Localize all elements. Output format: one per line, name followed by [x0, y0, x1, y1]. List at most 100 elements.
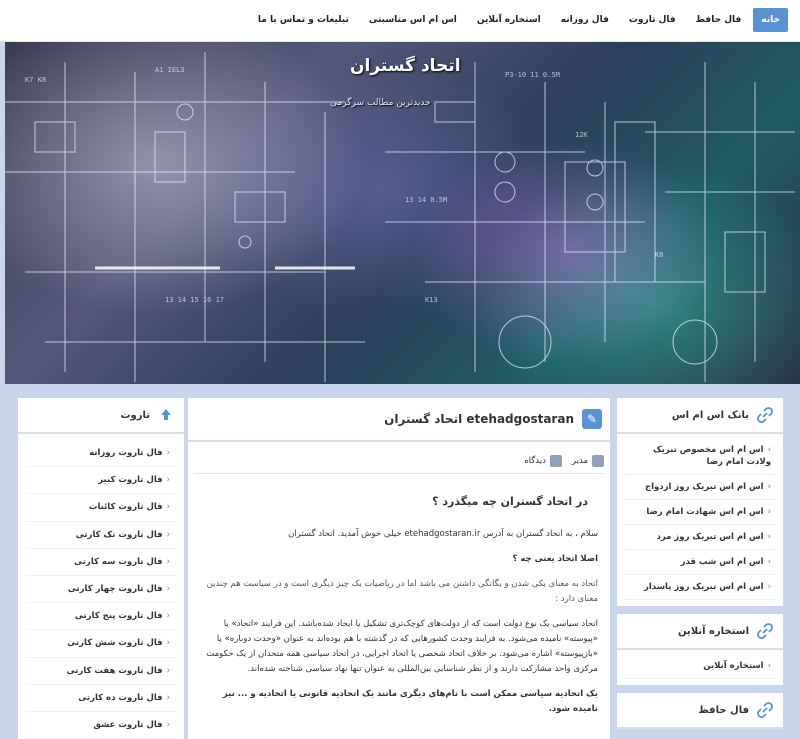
article-header: ✎ اتحاد گستران etehadgostaran [188, 398, 610, 442]
author-meta[interactable]: مدیر [571, 454, 604, 467]
estekhareh-title: استخاره آنلاین [678, 625, 749, 637]
list-item-label: اس ام اس شب قدر [680, 557, 764, 567]
list-item[interactable]: ‹فال تاروت شش کارتی [26, 630, 176, 658]
list-item[interactable]: ‹فال تاروت چهار کارتی [26, 576, 176, 604]
svg-text:K7 K8: K7 K8 [25, 76, 46, 84]
edit-icon: ✎ [582, 409, 602, 429]
list-item-label: فال تاروت سه کارتی [74, 556, 163, 567]
list-item-label: فال تاروت چهار کارتی [67, 583, 163, 594]
list-item[interactable]: ‹فال تاروت کبیر [26, 467, 176, 495]
svg-text:13 14 15 16 17: 13 14 15 16 17 [165, 296, 224, 304]
list-item[interactable]: ‹فال تاروت پنج کارتی [26, 603, 176, 631]
nav-item-estekhareh[interactable]: استخاره آنلاین [469, 8, 549, 32]
main-article: ✎ اتحاد گستران etehadgostaran مدیر دیدگا… [188, 398, 610, 739]
estekhareh-header: استخاره آنلاین [617, 614, 783, 650]
article-paragraph: اتحاد به معنای یکی شدن و یگانگی داشتن می… [206, 579, 598, 604]
article-paragraph: سلام ، به اتحاد گستران به آدرس etehadgos… [200, 527, 598, 542]
upload-icon [161, 409, 171, 420]
list-item[interactable]: ‹استخاره آنلاین [625, 654, 775, 679]
list-item[interactable]: ‹فال تاروت عشق [26, 712, 176, 739]
svg-text:K6: K6 [655, 251, 663, 259]
top-navigation: خانه فال حافظ فال تاروت فال روزانه استخا… [0, 0, 800, 42]
list-item-label: فال تاروت هفت کارتی [66, 665, 163, 676]
list-item-label: اس ام اس تبریک روز پاسدار [643, 582, 764, 592]
chevron-left-icon: ‹ [166, 692, 170, 703]
banner-title: اتحاد گستران [350, 56, 461, 76]
list-item[interactable]: ‹فال تاروت هفت کارتی [26, 658, 176, 685]
sms-header: بانک اس ام اس [617, 398, 783, 434]
tarot-title: تاروت [120, 409, 150, 421]
tarot-sidebar: تاروت ‹فال تاروت روزانه ‹فال تاروت کبیر … [18, 398, 184, 739]
svg-text:13 14 0.5M: 13 14 0.5M [405, 196, 447, 204]
chevron-left-icon: ‹ [166, 448, 170, 458]
chevron-left-icon: ‹ [166, 529, 170, 540]
list-item-label: فال تاروت روزانه [89, 448, 163, 458]
nav-item-daily[interactable]: فال روزانه [553, 8, 617, 32]
list-item[interactable]: ‹فال تاروت روزانه [26, 440, 176, 468]
chevron-left-icon: ‹ [166, 556, 170, 567]
list-item-label: فال تاروت عشق [93, 719, 163, 730]
list-item[interactable]: ‹فال تاروت سه کارتی [26, 549, 176, 576]
list-item[interactable]: ‹اس ام اس تبریک روز مرد [625, 525, 775, 550]
list-item-label: فال تاروت شش کارتی [67, 638, 163, 649]
article-intro: سلام ، به اتحاد گستران به آدرس etehadgos… [337, 529, 598, 539]
article-heading: در اتحاد گستران چه میگذرد ؟ [432, 495, 588, 508]
svg-text:P3-10 11 0.5M: P3-10 11 0.5M [505, 71, 560, 79]
chevron-left-icon: ‹ [166, 719, 170, 730]
header-banner: K7 K8 A1 IEL3 P3-10 11 0.5M 13 14 0.5M 1… [5, 42, 800, 384]
chevron-left-icon: ‹ [767, 582, 771, 592]
svg-text:A1 IEL3: A1 IEL3 [155, 66, 185, 74]
list-item[interactable]: ‹اس ام اس مخصوص تبریک ولادت امام رضا [625, 438, 775, 475]
hafez-title: فال حافظ [698, 704, 749, 716]
chevron-left-icon: ‹ [166, 665, 170, 676]
comment-icon [549, 454, 562, 467]
author-name: مدیر [571, 455, 588, 466]
list-item[interactable]: ‹اس ام اس شب قدر [625, 550, 775, 575]
list-item-label: فال تاروت تک کارتی [75, 529, 163, 540]
chevron-left-icon: ‹ [767, 661, 771, 671]
article-meta: مدیر دیدگاه [194, 448, 604, 474]
comments-meta[interactable]: دیدگاه [524, 454, 562, 467]
list-item[interactable]: ‹اس ام اس تبریک روز پاسدار [625, 575, 775, 600]
chevron-left-icon: ‹ [166, 475, 170, 486]
chevron-left-icon: ‹ [767, 557, 771, 567]
nav-item-contact[interactable]: تبلیغات و تماس با ما [250, 8, 357, 32]
svg-text:K13: K13 [425, 296, 438, 304]
sms-title: بانک اس ام اس [671, 409, 749, 421]
link-icon [757, 407, 773, 423]
list-item-label: فال تاروت کبیر [98, 475, 163, 486]
nav-item-tarot[interactable]: فال تاروت [621, 8, 684, 32]
article-body: در اتحاد گستران چه میگذرد ؟ سلام ، به ات… [188, 494, 610, 717]
article-title[interactable]: اتحاد گستران etehadgostaran [384, 412, 574, 426]
list-item[interactable]: ‹اس ام اس شهادت امام رضا [625, 500, 775, 525]
list-item-label: فال تاروت ده کارتی [78, 692, 163, 703]
right-sidebar: بانک اس ام اس ‹اس ام اس مخصوص تبریک ولاد… [617, 398, 783, 739]
chevron-left-icon: ‹ [767, 482, 771, 492]
nav-item-home[interactable]: خانه [753, 8, 788, 32]
list-item-label: اس ام اس تبریک روز مرد [656, 532, 764, 542]
link-icon [757, 623, 773, 639]
svg-text:12K: 12K [575, 131, 588, 139]
link-icon [757, 702, 773, 718]
article-paragraph: یک اتحادیه سیاسی ممکن است با نام‌های دیگ… [222, 689, 598, 714]
article-paragraph: اصلا اتحاد یعنی چه ؟ [512, 554, 598, 564]
nav-item-sms[interactable]: اس ام اس مناسبتی [361, 8, 465, 32]
estekhareh-list: ‹استخاره آنلاین [617, 650, 783, 685]
banner-subtitle: جدیدترین مطالب سرگرمی [330, 98, 431, 108]
estekhareh-box: استخاره آنلاین ‹استخاره آنلاین [617, 614, 783, 685]
list-item[interactable]: ‹فال تاروت کائنات [26, 494, 176, 522]
list-item[interactable]: ‹اس ام اس تبریک روز ازدواج [625, 475, 775, 500]
article-paragraph: اتحاد سیاسی یک نوع دولت است که از دولت‌ه… [206, 619, 598, 674]
list-item-label: استخاره آنلاین [703, 661, 764, 671]
list-item[interactable]: ‹فال تاروت ده کارتی [26, 685, 176, 712]
comments-label: دیدگاه [524, 455, 546, 466]
hafez-box: فال حافظ [617, 693, 783, 729]
nav-item-hafez[interactable]: فال حافظ [688, 8, 750, 32]
tarot-header: تاروت [18, 398, 184, 434]
article-intro-extra: اتحاد گستران [288, 529, 335, 539]
hafez-header: فال حافظ [617, 693, 783, 729]
list-item-label: اس ام اس مخصوص تبریک ولادت امام رضا [652, 445, 771, 467]
circuit-diagram-image: K7 K8 A1 IEL3 P3-10 11 0.5M 13 14 0.5M 1… [5, 52, 795, 382]
sms-box: بانک اس ام اس ‹اس ام اس مخصوص تبریک ولاد… [617, 398, 783, 606]
list-item[interactable]: ‹فال تاروت تک کارتی [26, 522, 176, 549]
